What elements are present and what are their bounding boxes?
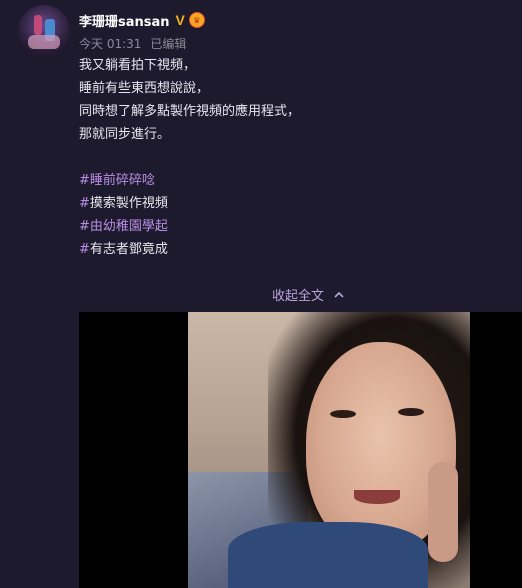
- post-text-line: 我又躺看拍下視頻，: [79, 58, 197, 73]
- hashtag-link[interactable]: #由幼稚園學起: [79, 215, 499, 238]
- post-text-line: 同時想了解多點製作視頻的應用程式，: [79, 104, 301, 119]
- avatar[interactable]: [18, 5, 70, 57]
- member-crown-icon: ♛: [188, 12, 205, 28]
- hashtag-link[interactable]: #睡前碎碎唸: [79, 169, 499, 192]
- hashtag-link[interactable]: #有志者鄧竟成: [79, 238, 499, 261]
- video-thumbnail: [188, 312, 470, 588]
- hashtag-link[interactable]: #摸索製作視頻: [79, 192, 499, 215]
- post-time[interactable]: 今天 01:31: [79, 35, 141, 52]
- chevron-up-icon: [334, 291, 344, 298]
- collapse-label: 收起全文: [272, 289, 325, 304]
- video-player[interactable]: [79, 312, 522, 588]
- weibo-post: 李珊珊sansan V ♛ 今天 01:31 已编辑 我又躺看拍下視頻， 睡前有…: [0, 0, 522, 588]
- post-text-line: 睡前有些東西想說說，: [79, 81, 210, 96]
- post-content: 我又躺看拍下視頻， 睡前有些東西想說說， 同時想了解多點製作視頻的應用程式， 那…: [79, 54, 499, 261]
- post-meta: 今天 01:31 已编辑: [79, 35, 186, 52]
- verified-v-icon: V: [175, 12, 185, 28]
- collapse-text-button[interactable]: 收起全文: [272, 285, 344, 304]
- post-text-line: 那就同步進行。: [79, 127, 171, 142]
- edited-label[interactable]: 已编辑: [150, 35, 186, 52]
- post-header: 李珊珊sansan V ♛: [79, 10, 205, 30]
- username[interactable]: 李珊珊sansan: [79, 11, 170, 30]
